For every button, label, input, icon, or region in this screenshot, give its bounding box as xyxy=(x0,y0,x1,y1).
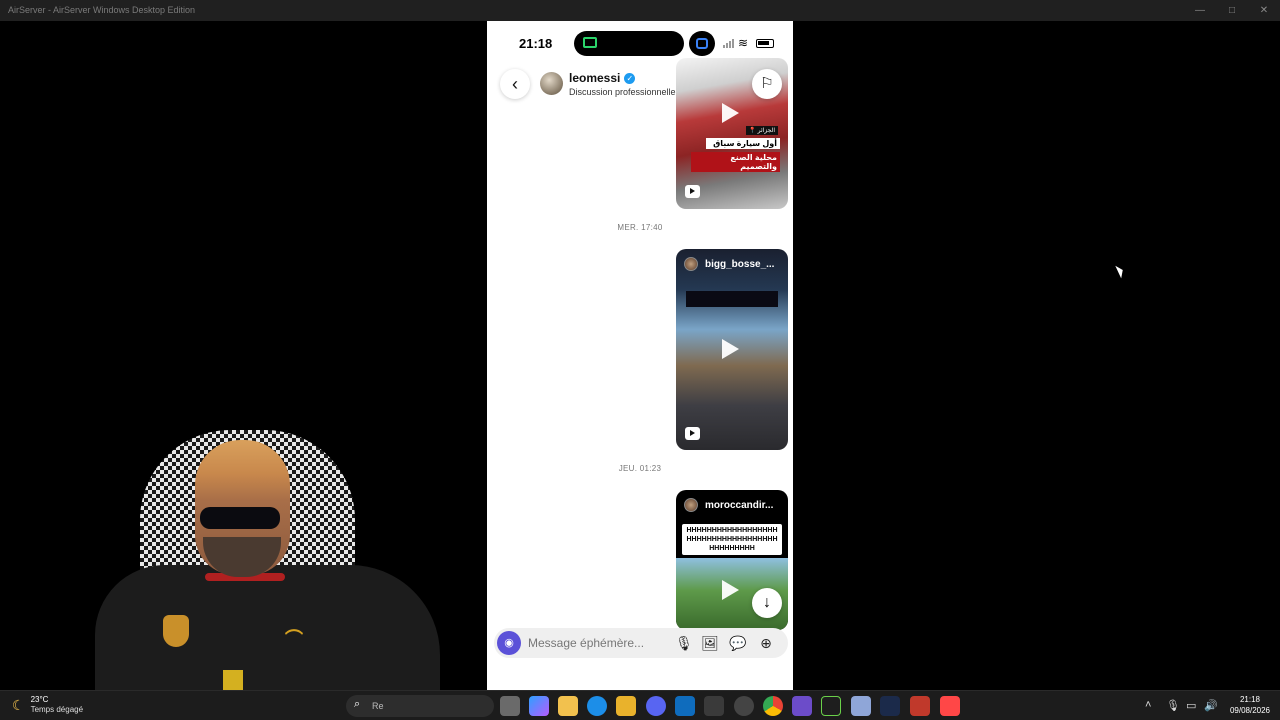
report-flag-button[interactable]: ⚐ xyxy=(752,69,782,99)
maximize-button[interactable]: □ xyxy=(1216,0,1248,21)
chat-username: leomessi xyxy=(569,71,621,85)
airplay-icon xyxy=(583,37,597,48)
chrome-icon[interactable] xyxy=(763,696,783,716)
reel-caption-strip xyxy=(686,291,778,307)
shirt-sponsor-logo xyxy=(223,670,243,690)
reel-header: moroccandir... xyxy=(684,498,773,512)
system-clock[interactable]: 21:18 09/08/2026 xyxy=(1225,694,1275,716)
add-icon[interactable]: ⊕ xyxy=(756,633,776,653)
shirt-brand-logo: ⌒ xyxy=(285,629,303,649)
reel-header: bigg_bosse_... xyxy=(684,257,774,271)
mirrored-phone-screen: 21:18 ≋ 📍 الجزائر أول سيارة سباق محلية ا… xyxy=(487,21,793,690)
weather-temperature: 23°C xyxy=(30,695,49,704)
chat-username-row[interactable]: leomessi ✓ xyxy=(569,71,636,85)
nvidia-icon[interactable] xyxy=(821,696,841,716)
minimize-button[interactable]: — xyxy=(1184,0,1216,21)
search-text: Re xyxy=(372,701,384,711)
play-icon xyxy=(722,339,739,359)
reel-overlay-text-2: محلية الصنع والتصميم xyxy=(691,152,780,172)
reel-author-name: bigg_bosse_... xyxy=(705,258,775,270)
edge-icon[interactable] xyxy=(587,696,607,716)
app-icon-2[interactable] xyxy=(851,696,871,716)
mail-icon[interactable] xyxy=(675,696,695,716)
reel-overlay-text-1: أول سيارة سباق xyxy=(706,138,780,149)
reel-author-avatar xyxy=(684,498,698,512)
battery-icon xyxy=(756,39,774,48)
shared-reel-2[interactable]: bigg_bosse_... xyxy=(676,249,788,450)
search-icon: ⌕ xyxy=(354,698,361,710)
chat-header: ‹ leomessi ✓ Discussion professionnelle ⚐ xyxy=(487,67,793,109)
taskbar: ☾ 23°C Temps dégagé ⌕ Re ˄ 🎙 ▭ 🔊 21:18 0… xyxy=(0,690,1280,720)
back-button[interactable]: ‹ xyxy=(500,69,530,99)
clock-date: 09/08/2026 xyxy=(1229,706,1271,715)
copilot-icon[interactable] xyxy=(529,696,549,716)
sunglasses xyxy=(200,507,280,529)
moon-icon: ☾ xyxy=(12,696,25,713)
ea-icon[interactable] xyxy=(940,696,960,716)
reel-location-tag: 📍 الجزائر xyxy=(745,126,778,135)
reels-icon xyxy=(685,427,700,440)
task-view-icon[interactable] xyxy=(500,696,520,716)
camera-button[interactable]: ◉ xyxy=(497,631,521,655)
reel-caption: HHHHHHHHHHHHHHHHHHHHHHHHHHHHHHHHHHHHHHHH… xyxy=(682,524,782,555)
volume-icon[interactable]: 🔊 xyxy=(1204,699,1218,712)
microphone-tray-icon[interactable]: 🎙 xyxy=(1166,699,1180,712)
window-titlebar: AirServer - AirServer Windows Desktop Ed… xyxy=(0,0,1280,21)
microphone-icon[interactable]: 🎙 xyxy=(674,633,694,653)
verified-icon: ✓ xyxy=(624,73,636,84)
window-title: AirServer - AirServer Windows Desktop Ed… xyxy=(8,5,196,15)
file-explorer-icon[interactable] xyxy=(558,696,578,716)
reel-author-avatar xyxy=(684,257,698,271)
message-input[interactable] xyxy=(528,631,668,655)
app-icon-3[interactable] xyxy=(910,696,930,716)
avatar[interactable] xyxy=(540,72,563,95)
app-icon[interactable] xyxy=(704,696,724,716)
gallery-icon[interactable]: 🖼 xyxy=(700,633,720,653)
status-time: 21:18 xyxy=(519,36,553,51)
dynamic-island xyxy=(574,31,684,56)
taskbar-search[interactable]: ⌕ Re xyxy=(346,695,494,717)
store-icon[interactable] xyxy=(616,696,636,716)
screen-mirroring-icon xyxy=(689,31,715,56)
close-button[interactable]: ✕ xyxy=(1248,0,1280,21)
weather-widget[interactable]: ☾ 23°C Temps dégagé xyxy=(12,695,83,715)
message-timestamp: MER. 17:40 xyxy=(617,223,663,232)
reel-author-name: moroccandir... xyxy=(705,499,774,511)
discord-icon[interactable] xyxy=(646,696,666,716)
wifi-icon: ≋ xyxy=(738,36,749,50)
scroll-to-bottom-button[interactable]: ↓ xyxy=(752,588,782,618)
chevron-up-icon[interactable]: ˄ xyxy=(1145,699,1151,711)
weather-description: Temps dégagé xyxy=(30,705,84,714)
person-shirt xyxy=(95,565,440,690)
message-composer: ◉ 🎙 🖼 💬 ⊕ xyxy=(494,628,788,658)
chat-subtitle: Discussion professionnelle xyxy=(569,87,676,97)
obs-icon[interactable] xyxy=(734,696,754,716)
steam-icon[interactable] xyxy=(880,696,900,716)
sticker-icon[interactable]: 💬 xyxy=(728,633,748,653)
shirt-crest xyxy=(163,615,189,647)
reels-icon xyxy=(685,185,700,198)
signal-icon xyxy=(723,39,734,48)
clock-time: 21:18 xyxy=(1239,695,1261,704)
game-controller-icon[interactable] xyxy=(792,696,812,716)
webcam-overlay: ⌒ xyxy=(85,425,445,690)
window-controls: — □ ✕ xyxy=(1184,0,1280,21)
play-icon xyxy=(722,580,739,600)
message-timestamp: JEU. 01:23 xyxy=(618,464,662,473)
network-icon[interactable]: ▭ xyxy=(1186,699,1196,712)
